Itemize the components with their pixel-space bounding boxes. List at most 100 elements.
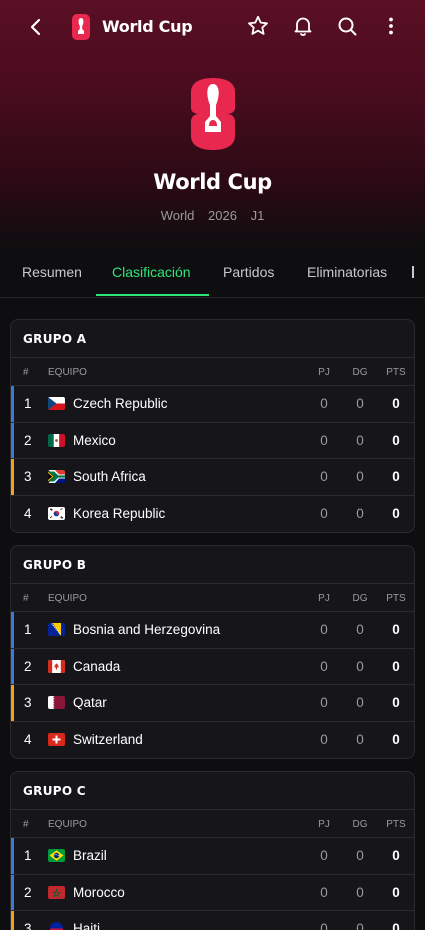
team-name: Haiti (73, 921, 101, 930)
team-name: Bosnia and Herzegovina (73, 622, 221, 637)
table-row[interactable]: 3 Qatar 0 0 0 (11, 685, 414, 722)
team-name: Brazil (73, 848, 107, 863)
goal-difference-value: 0 (356, 622, 364, 637)
meta-year: 2026 (208, 208, 237, 223)
team-position: 3 (24, 695, 32, 710)
competition-title: World Cup (153, 170, 272, 194)
czech-flag-icon (48, 397, 65, 410)
qualification-indicator (11, 685, 14, 721)
team-position: 2 (24, 432, 32, 448)
team-name: Mexico (73, 432, 116, 448)
group-header[interactable]: GRUPO A (11, 320, 414, 358)
table-row[interactable]: 2 Morocco 0 0 0 (11, 874, 414, 911)
col-pj: PJ (318, 593, 330, 604)
goal-difference-value: 0 (356, 658, 364, 674)
goal-difference-value: 0 (356, 695, 364, 710)
col-pos: # (23, 819, 29, 830)
more-vertical-icon[interactable] (379, 14, 403, 38)
points-value: 0 (392, 505, 400, 521)
qualification-indicator (11, 386, 14, 422)
col-dg: DG (352, 819, 368, 830)
played-value: 0 (320, 695, 328, 710)
team-position: 2 (24, 658, 32, 674)
points-value: 0 (392, 695, 400, 710)
search-icon[interactable] (335, 14, 359, 38)
switzerland-flag-icon (48, 732, 65, 746)
group-name: GRUPO B (23, 558, 87, 572)
group-name: GRUPO A (23, 332, 87, 346)
star-favorite-icon[interactable] (246, 14, 270, 38)
table-row[interactable]: 2 Canada 0 0 0 (11, 648, 414, 685)
column-headers: # EQUIPO PJ DG PTS (11, 584, 414, 612)
qualification-indicator (11, 648, 14, 684)
team-name: Morocco (73, 884, 125, 900)
morocco-flag-icon (48, 885, 65, 899)
column-headers: # EQUIPO PJ DG PTS (11, 810, 414, 838)
active-tab-indicator (96, 294, 209, 296)
qualification-indicator (11, 722, 14, 759)
col-pj: PJ (318, 367, 330, 378)
group-header[interactable]: GRUPO B (11, 546, 414, 584)
points-value: 0 (392, 469, 400, 484)
col-dg: DG (352, 593, 368, 604)
goal-difference-value: 0 (356, 505, 364, 521)
team-position: 3 (24, 921, 32, 930)
group-name: GRUPO C (23, 784, 86, 798)
southafrica-flag-icon (48, 470, 65, 483)
team-position: 2 (24, 884, 32, 900)
column-headers: # EQUIPO PJ DG PTS (11, 358, 414, 386)
table-row[interactable]: 4 Korea Republic 0 0 0 (11, 496, 414, 533)
col-pj: PJ (318, 819, 330, 830)
table-row[interactable]: 3 South Africa 0 0 0 (11, 459, 414, 496)
points-value: 0 (392, 622, 400, 637)
tab-overflow-hint (412, 266, 414, 278)
team-name: Czech Republic (73, 396, 168, 411)
table-row[interactable]: 4 Switzerland 0 0 0 (11, 722, 414, 759)
group-card: GRUPO B # EQUIPO PJ DG PTS 1 Bosnia and Herzego… (10, 545, 415, 759)
points-value: 0 (392, 658, 400, 674)
qualification-indicator (11, 838, 14, 874)
goal-difference-value: 0 (356, 884, 364, 900)
qualification-indicator (11, 422, 14, 458)
tab-resumen[interactable]: Resumen (22, 264, 82, 280)
team-position: 1 (24, 396, 32, 411)
competition-meta: World 2026 J1 (0, 208, 425, 223)
qualification-indicator (11, 874, 14, 910)
world-cup-logo-icon (72, 14, 90, 40)
col-pts: PTS (386, 367, 406, 378)
table-row[interactable]: 1 Brazil 0 0 0 (11, 838, 414, 875)
col-pos: # (23, 593, 29, 604)
group-header[interactable]: GRUPO C (11, 772, 414, 810)
goal-difference-value: 0 (356, 469, 364, 484)
points-value: 0 (392, 396, 400, 411)
played-value: 0 (320, 731, 328, 747)
goal-difference-value: 0 (356, 921, 364, 930)
played-value: 0 (320, 505, 328, 521)
group-card: GRUPO C # EQUIPO PJ DG PTS 1 Brazil 0 0 0 2 Morocco 0… (10, 771, 415, 930)
haiti-flag-icon (48, 922, 65, 930)
table-row[interactable]: 1 Bosnia and Herzegovina 0 0 0 (11, 612, 414, 649)
bell-notification-icon[interactable] (291, 14, 315, 38)
table-row[interactable]: 1 Czech Republic 0 0 0 (11, 386, 414, 423)
goal-difference-value: 0 (356, 396, 364, 411)
team-name: Canada (73, 658, 121, 674)
goal-difference-value: 0 (356, 432, 364, 448)
qualification-indicator (11, 459, 14, 495)
world-cup-2026-emblem-icon (191, 78, 235, 150)
points-value: 0 (392, 921, 400, 930)
played-value: 0 (320, 884, 328, 900)
team-position: 1 (24, 848, 32, 863)
col-team: EQUIPO (48, 593, 87, 604)
col-team: EQUIPO (48, 819, 87, 830)
table-row[interactable]: 2 Mexico 0 0 0 (11, 422, 414, 459)
tab-partidos[interactable]: Partidos (223, 264, 274, 280)
col-team: EQUIPO (48, 367, 87, 378)
table-row[interactable]: 3 Haiti 0 0 0 (11, 911, 414, 930)
tab-eliminatorias[interactable]: Eliminatorias (307, 264, 387, 280)
back-arrow-icon[interactable] (24, 15, 48, 39)
played-value: 0 (320, 658, 328, 674)
canada-flag-icon (48, 659, 65, 673)
tab-clasificacion[interactable]: Clasificación (112, 264, 191, 280)
points-value: 0 (392, 731, 400, 747)
team-name: South Africa (73, 469, 146, 484)
